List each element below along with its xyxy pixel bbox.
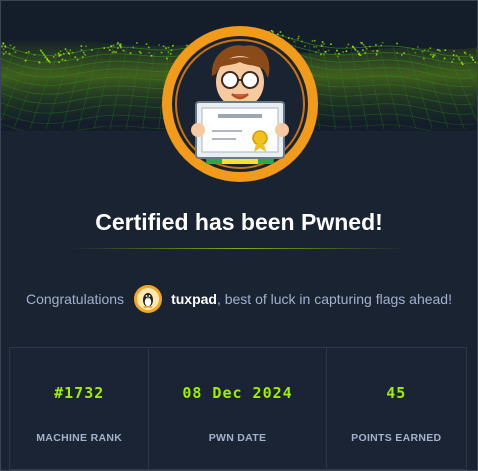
tux-penguin-icon[interactable] [134, 285, 163, 313]
stat-points-earned: 45 POINTS EARNED [326, 347, 467, 470]
pwn-date-value: 08 Dec 2024 [182, 384, 293, 402]
title-divider [71, 248, 407, 249]
points-earned-label: POINTS EARNED [351, 432, 442, 444]
points-earned-value: 45 [386, 384, 407, 402]
machine-rank-label: MACHINE RANK [36, 432, 123, 444]
machine-avatar [160, 24, 320, 184]
pwned-card: Certified has been Pwned! Congratulation… [0, 0, 478, 471]
stat-machine-rank: #1732 MACHINE RANK [9, 347, 150, 470]
stats-panel: #1732 MACHINE RANK 08 Dec 2024 PWN DATE … [9, 347, 467, 470]
congrats-message: Congratulations tuxpad , best of luck in… [1, 285, 477, 313]
username-link[interactable]: tuxpad [171, 291, 217, 307]
pwn-date-label: PWN DATE [208, 432, 267, 444]
machine-rank-value: #1732 [54, 384, 105, 402]
certificate-character-icon [162, 26, 318, 182]
congrats-prefix: Congratulations [26, 291, 125, 307]
stat-pwn-date: 08 Dec 2024 PWN DATE [149, 347, 327, 470]
congrats-suffix: , best of luck in capturing flags ahead! [216, 291, 452, 307]
page-title: Certified has been Pwned! [95, 209, 383, 235]
